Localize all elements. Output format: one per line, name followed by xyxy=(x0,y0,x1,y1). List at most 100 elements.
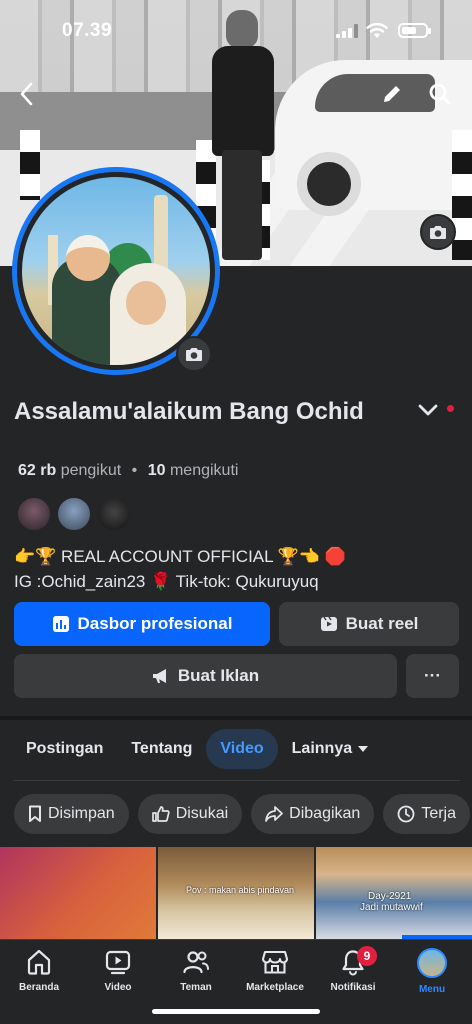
profile-name: Assalamu'alaikum Bang Ochid xyxy=(14,398,364,425)
video-filters: Disimpan Disukai Dibagikan Terja xyxy=(14,794,470,834)
avatar-camera-button[interactable] xyxy=(176,336,212,372)
avatar-boy-head xyxy=(66,235,110,281)
tab-about[interactable]: Tentang xyxy=(117,729,206,769)
caret-down-icon xyxy=(358,746,369,752)
nav-friends[interactable]: Teman xyxy=(156,948,236,993)
friend-avatar[interactable] xyxy=(56,496,92,532)
ad-label: Buat Iklan xyxy=(177,666,260,685)
chevron-left-icon xyxy=(20,82,33,106)
filter-saved[interactable]: Disimpan xyxy=(14,794,129,834)
bollard xyxy=(20,130,40,200)
notification-dot xyxy=(447,405,454,412)
person-jacket xyxy=(212,46,274,156)
back-button[interactable] xyxy=(8,76,44,112)
thumbnail-caption: Pov : makan abis pindavan xyxy=(186,885,295,895)
home-indicator xyxy=(152,1009,320,1014)
tab-label: Video xyxy=(220,740,264,757)
edit-button[interactable] xyxy=(374,76,410,112)
video-thumbnail[interactable]: Day-2921 Jadi mutawwif xyxy=(316,847,472,939)
tab-video[interactable]: Video xyxy=(206,729,278,769)
bio-line: 👉🏆 REAL ACCOUNT OFFICIAL 🏆👈 🛑 xyxy=(14,547,346,566)
bookmark-icon xyxy=(29,805,41,822)
menu-avatar xyxy=(417,948,447,978)
car-wheel xyxy=(297,152,361,216)
search-icon xyxy=(429,83,451,105)
tab-label: Postingan xyxy=(26,740,104,757)
share-icon xyxy=(265,806,284,822)
tab-more[interactable]: Lainnya xyxy=(278,729,382,769)
camera-icon xyxy=(186,348,202,361)
video-grid: Pov : makan abis pindavan Day-2921 Jadi … xyxy=(0,847,472,939)
thumbnail-caption: Day-2921 xyxy=(368,891,412,902)
followers-label: pengikut xyxy=(60,462,122,479)
friends-icon xyxy=(183,951,209,974)
profile-bio: 👉🏆 REAL ACCOUNT OFFICIAL 🏆👈 🛑 IG :Ochid_… xyxy=(14,544,464,594)
friend-avatar[interactable] xyxy=(16,496,52,532)
megaphone-icon xyxy=(152,669,166,683)
filter-shared[interactable]: Dibagikan xyxy=(251,794,375,834)
dashboard-icon xyxy=(52,616,69,632)
nav-marketplace[interactable]: Marketplace xyxy=(235,948,315,993)
pencil-icon xyxy=(384,86,400,102)
following-label: mengikuti xyxy=(169,462,239,479)
filter-label: Dibagikan xyxy=(289,805,361,822)
chevron-down-icon xyxy=(418,404,438,416)
avatar xyxy=(22,177,210,365)
video-icon xyxy=(105,950,131,975)
profile-tabs: Postingan Tentang Video Lainnya xyxy=(12,729,382,769)
thumbnail-caption: Jadi mutawwif xyxy=(360,902,423,913)
bollard xyxy=(452,130,472,260)
tab-label: Tentang xyxy=(131,740,193,757)
marketplace-icon xyxy=(261,950,289,974)
nav-label: Menu xyxy=(418,984,446,995)
filter-recent[interactable]: Terja xyxy=(383,794,470,834)
wifi-icon xyxy=(366,22,388,38)
nav-label: Notifikasi xyxy=(330,982,376,993)
create-ad-button[interactable]: Buat Iklan xyxy=(14,654,397,698)
video-thumbnail[interactable] xyxy=(0,847,156,939)
clock-icon xyxy=(397,805,415,823)
more-dots-icon: ··· xyxy=(424,666,441,685)
status-bar: 07.39 xyxy=(0,18,472,48)
person-legs xyxy=(222,150,262,260)
mutual-friends[interactable] xyxy=(16,496,132,532)
nav-menu[interactable]: Menu xyxy=(392,948,472,995)
cover-camera-button[interactable] xyxy=(420,214,456,250)
followers-count: 62 rb xyxy=(18,462,57,479)
filter-label: Disukai xyxy=(175,805,229,822)
dashboard-label: Dasbor profesional xyxy=(77,614,233,633)
more-options-button[interactable]: ··· xyxy=(406,654,459,698)
profile-switch-button[interactable] xyxy=(410,392,446,428)
home-icon xyxy=(27,949,51,975)
avatar-woman-face xyxy=(126,281,166,325)
tabs-divider xyxy=(14,780,460,781)
tab-posts[interactable]: Postingan xyxy=(12,729,117,769)
notification-badge: 9 xyxy=(357,946,377,966)
battery-icon xyxy=(398,23,431,38)
nav-label: Marketplace xyxy=(246,982,304,993)
friend-avatar[interactable] xyxy=(96,496,132,532)
reel-icon xyxy=(320,616,337,631)
filter-liked[interactable]: Disukai xyxy=(137,794,243,834)
nav-home[interactable]: Beranda xyxy=(0,948,79,993)
nav-video[interactable]: Video xyxy=(78,948,158,993)
section-divider xyxy=(0,716,472,720)
nav-label: Beranda xyxy=(18,982,59,993)
nav-label: Video xyxy=(104,982,132,993)
professional-dashboard-button[interactable]: Dasbor profesional xyxy=(14,602,270,646)
status-time: 07.39 xyxy=(62,20,113,41)
nav-notifications[interactable]: 9 Notifikasi xyxy=(313,946,393,993)
nav-label: Teman xyxy=(180,982,212,993)
search-button[interactable] xyxy=(422,76,458,112)
create-reel-button[interactable]: Buat reel xyxy=(279,602,459,646)
bio-line: IG :Ochid_zain23 🌹 Tik-tok: Qukuruyuq xyxy=(14,572,319,591)
tab-label: Lainnya xyxy=(291,740,353,757)
follow-counts[interactable]: 62 rb pengikut • 10 mengikuti xyxy=(18,462,238,480)
following-count: 10 xyxy=(147,462,166,479)
thumbs-up-icon xyxy=(151,806,170,822)
camera-icon xyxy=(430,226,446,239)
counts-separator: • xyxy=(131,462,138,479)
filter-label: Disimpan xyxy=(48,805,115,822)
reel-label: Buat reel xyxy=(345,614,419,633)
video-thumbnail[interactable]: Pov : makan abis pindavan xyxy=(158,847,314,939)
